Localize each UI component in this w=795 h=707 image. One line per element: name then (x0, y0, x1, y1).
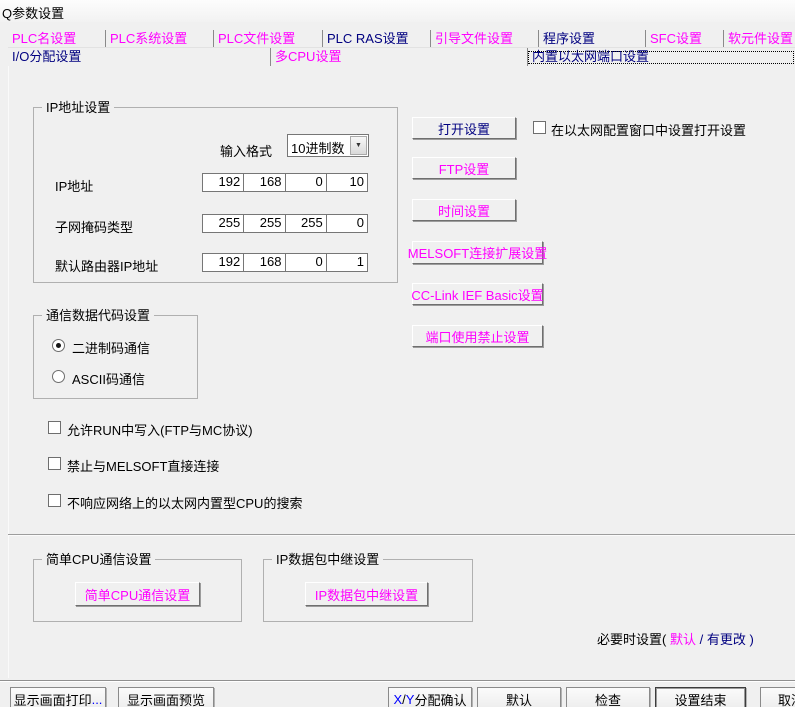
cclink-ief-basic-button[interactable]: CC-Link IEF Basic设置 (412, 283, 543, 305)
time-settings-button[interactable]: 时间设置 (412, 199, 516, 221)
melsoft-connection-button[interactable]: MELSOFT连接扩展设置 (412, 241, 543, 264)
default-router-label: 默认路由器IP地址 (55, 256, 158, 275)
ascii-comm-radio[interactable] (52, 370, 65, 383)
default-router-field[interactable]: 192 168 0 1 (202, 253, 368, 272)
preview-screen-button[interactable]: 显示画面预览 (118, 687, 214, 707)
tab-program[interactable]: 程序设置 (538, 30, 645, 48)
ip-relay-group-label: IP数据包中继设置 (272, 552, 383, 567)
subnet-mask-field[interactable]: 255 255 255 0 (202, 214, 368, 233)
tab-plc-file[interactable]: PLC文件设置 (213, 30, 322, 48)
tab-boot-file[interactable]: 引导文件设置 (430, 30, 538, 48)
required-changed[interactable]: 有更改 (707, 632, 746, 647)
subnet-octet[interactable]: 255 (243, 215, 284, 232)
ethernet-config-window-label[interactable]: 在以太网配置窗口中设置打开设置 (551, 120, 746, 139)
run-write-label[interactable]: 允许RUN中写入(FTP与MC协议) (67, 420, 253, 439)
subnet-octet[interactable]: 255 (285, 215, 326, 232)
default-button[interactable]: 默认 (477, 687, 561, 707)
ascii-comm-label[interactable]: ASCII码通信 (72, 369, 145, 388)
tab-sfc[interactable]: SFC设置 (645, 30, 723, 48)
ftp-settings-button[interactable]: FTP设置 (412, 157, 516, 179)
input-format-label: 输入格式 (220, 141, 272, 160)
input-format-select[interactable]: 10进制数 ▼ (287, 134, 369, 157)
ip-address-field[interactable]: 192 168 0 10 (202, 173, 368, 192)
required-setting-legend: 必要时设置( 默认 / 有更改 ) (597, 629, 754, 648)
open-settings-button[interactable]: 打开设置 (412, 117, 516, 139)
tab-multi-cpu[interactable]: 多CPU设置 (270, 48, 527, 66)
ip-octet[interactable]: 192 (203, 174, 243, 191)
tab-plc-name[interactable]: PLC名设置 (8, 30, 105, 48)
print-screen-button[interactable]: 显示画面打印... (10, 687, 106, 707)
required-suffix: ) (750, 632, 754, 647)
run-write-checkbox[interactable] (48, 421, 61, 434)
xy-assignment-confirm-button[interactable]: X/Y分配确认 (388, 687, 472, 707)
router-octet[interactable]: 168 (243, 254, 284, 271)
footer-divider-highlight (0, 681, 795, 682)
ethernet-config-window-checkbox[interactable] (533, 121, 546, 134)
ip-address-label: IP地址 (55, 176, 93, 195)
binary-comm-radio[interactable] (52, 339, 65, 352)
subnet-octet[interactable]: 255 (203, 215, 243, 232)
selected-tab-focus-rect (528, 51, 794, 64)
chevron-down-icon[interactable]: ▼ (350, 136, 367, 155)
finish-setting-button[interactable]: 设置结束 (655, 687, 746, 707)
page-title: Q参数设置 (2, 3, 64, 22)
subnet-octet[interactable]: 0 (326, 215, 367, 232)
required-default[interactable]: 默认 (670, 632, 696, 647)
tab-plc-system[interactable]: PLC系统设置 (105, 30, 213, 48)
required-slash: / (700, 632, 707, 647)
tab-io-assignment[interactable]: I/O分配设置 (8, 48, 270, 66)
ip-octet[interactable]: 168 (243, 174, 284, 191)
ip-octet[interactable]: 0 (285, 174, 326, 191)
melsoft-direct-checkbox[interactable] (48, 457, 61, 470)
router-octet[interactable]: 1 (326, 254, 367, 271)
no-response-label[interactable]: 不响应网络上的以太网内置型CPU的搜索 (67, 493, 302, 512)
comm-code-group-label: 通信数据代码设置 (42, 308, 154, 323)
router-octet[interactable]: 192 (203, 254, 243, 271)
ip-settings-group-label: IP地址设置 (42, 100, 114, 115)
section-divider-highlight (8, 535, 795, 536)
tab-device[interactable]: 软元件设置 (723, 30, 795, 48)
print-ellipsis: ... (92, 692, 103, 707)
simple-cpu-group-label: 简单CPU通信设置 (42, 552, 155, 567)
input-format-value: 10进制数 (291, 138, 344, 157)
binary-comm-label[interactable]: 二进制码通信 (72, 338, 150, 357)
no-response-checkbox[interactable] (48, 494, 61, 507)
cancel-button[interactable]: 取消 (760, 687, 795, 707)
check-button[interactable]: 检查 (566, 687, 650, 707)
subnet-mask-label: 子网掩码类型 (55, 217, 133, 236)
port-disable-button[interactable]: 端口使用禁止设置 (412, 325, 543, 347)
simple-cpu-button[interactable]: 简单CPU通信设置 (75, 582, 200, 606)
melsoft-direct-label[interactable]: 禁止与MELSOFT直接连接 (67, 456, 219, 475)
ip-octet[interactable]: 10 (326, 174, 367, 191)
required-prefix: 必要时设置( (597, 632, 666, 647)
router-octet[interactable]: 0 (285, 254, 326, 271)
tab-plc-ras[interactable]: PLC RAS设置 (322, 30, 430, 48)
dialog-titlebar (0, 0, 795, 22)
ip-relay-button[interactable]: IP数据包中继设置 (305, 582, 428, 606)
